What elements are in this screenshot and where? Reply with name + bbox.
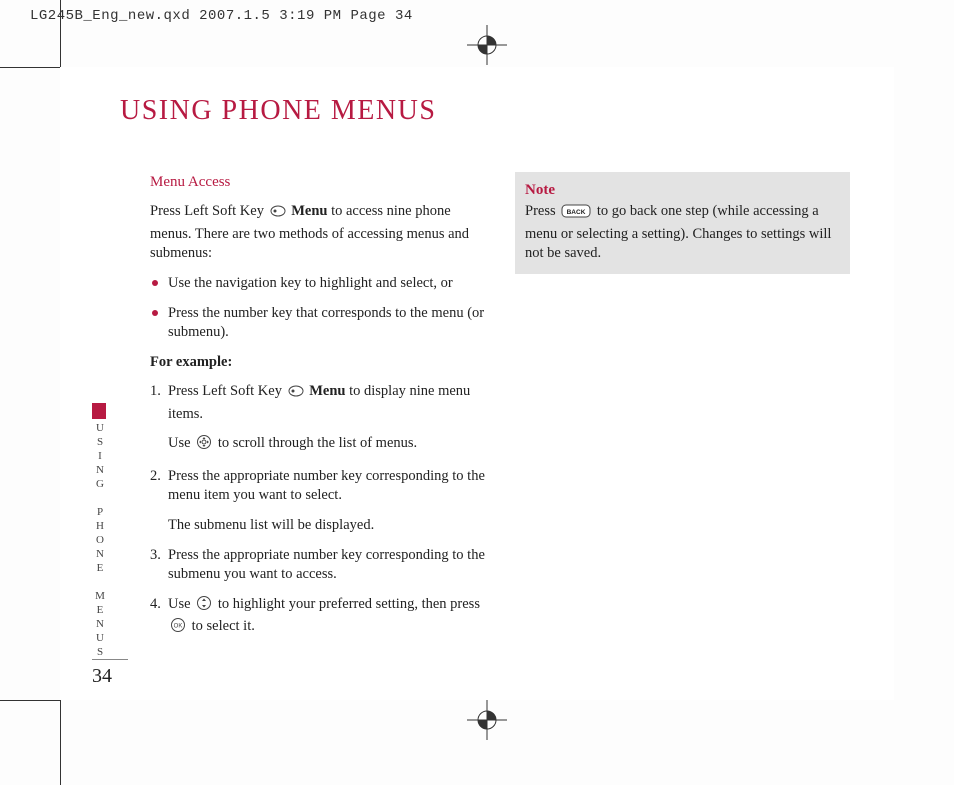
intro-paragraph: Press Left Soft Key Menu to access nine … xyxy=(150,202,485,264)
text: Press xyxy=(525,203,559,219)
text: Press Left Soft Key xyxy=(168,383,286,399)
side-tab-marker xyxy=(92,403,106,419)
numbered-list: Press Left Soft Key Menu to display nine… xyxy=(150,382,485,640)
text: Use xyxy=(168,435,194,451)
crop-mark xyxy=(60,700,61,785)
text: to scroll through the list of menus. xyxy=(214,435,417,451)
list-item: Press the appropriate number key corresp… xyxy=(150,546,485,585)
softkey-icon xyxy=(270,204,286,225)
list-item: Use to highlight your preferred setting,… xyxy=(150,595,485,640)
list-item: Use the navigation key to highlight and … xyxy=(150,274,485,294)
page-number: 34 xyxy=(92,665,112,688)
svg-text:BACK: BACK xyxy=(567,209,586,216)
text: Use xyxy=(168,596,194,612)
text: to select it. xyxy=(188,618,255,634)
example-label: For example: xyxy=(150,353,485,373)
text-bold: Menu xyxy=(291,203,327,219)
list-item: Press the number key that corresponds to… xyxy=(150,304,485,343)
page-number-rule xyxy=(92,659,128,660)
print-header: LG245B_Eng_new.qxd 2007.1.5 3:19 PM Page… xyxy=(30,8,413,24)
text: Press Left Soft Key xyxy=(150,203,268,219)
right-column: Note Press BACK to go back one step (whi… xyxy=(515,172,850,650)
crop-mark xyxy=(60,0,61,67)
bullet-list: Use the navigation key to highlight and … xyxy=(150,274,485,343)
left-column: Menu Access Press Left Soft Key Menu to … xyxy=(150,172,485,650)
nav-circle-icon xyxy=(196,434,212,457)
page-title: USING PHONE MENUS xyxy=(120,95,436,127)
section-subtitle: Menu Access xyxy=(150,172,485,192)
crop-mark xyxy=(0,700,60,701)
ok-circle-icon: OK xyxy=(170,617,186,640)
svg-text:OK: OK xyxy=(174,624,183,630)
softkey-icon xyxy=(288,384,304,405)
registration-mark-icon xyxy=(467,25,507,65)
registration-mark-icon xyxy=(467,700,507,740)
note-title: Note xyxy=(525,180,840,200)
side-section-label: USING PHONE MENUS xyxy=(94,422,106,660)
sub-paragraph: Use to scroll through the list of menus. xyxy=(168,434,485,457)
updown-circle-icon xyxy=(196,595,212,618)
list-item: Press the appropriate number key corresp… xyxy=(150,467,485,536)
crop-mark xyxy=(0,67,60,68)
list-item: Press Left Soft Key Menu to display nine… xyxy=(150,382,485,457)
note-box: Note Press BACK to go back one step (whi… xyxy=(515,172,850,274)
text: Press the appropriate number key corresp… xyxy=(168,468,485,504)
back-key-icon: BACK xyxy=(561,204,591,225)
sub-paragraph: The submenu list will be displayed. xyxy=(168,516,485,536)
text: to highlight your preferred setting, the… xyxy=(214,596,480,612)
page-content: USING PHONE MENUS USING PHONE MENUS 34 M… xyxy=(60,67,894,700)
text-bold: Menu xyxy=(309,383,345,399)
